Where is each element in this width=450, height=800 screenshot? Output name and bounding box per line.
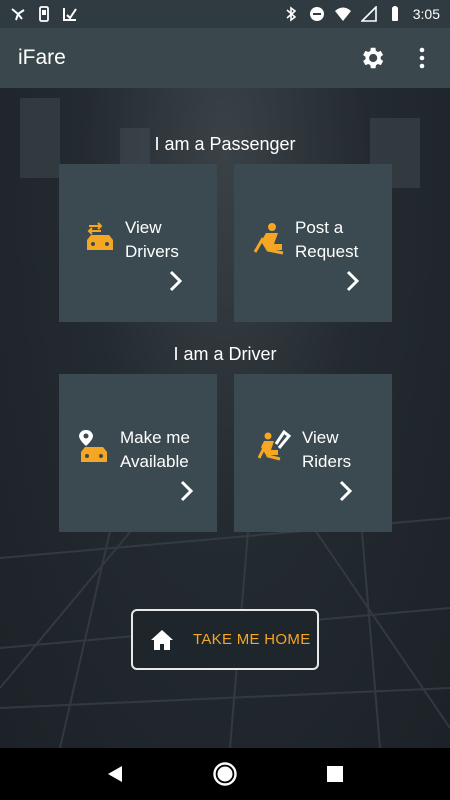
rider-check-icon xyxy=(257,429,292,464)
pinwheel-icon xyxy=(10,6,26,22)
system-nav-bar xyxy=(0,748,450,800)
app-bar: iFare xyxy=(0,28,450,88)
bluetooth-icon xyxy=(283,6,299,22)
download-check-icon xyxy=(62,6,78,22)
seat-passenger-icon xyxy=(252,222,286,256)
home-icon xyxy=(149,628,175,652)
settings-gear-icon[interactable] xyxy=(356,42,388,74)
passenger-heading: I am a Passenger xyxy=(154,134,296,154)
car-location-icon xyxy=(77,430,111,464)
view-riders-tile[interactable]: View Riders xyxy=(234,374,392,532)
do-not-disturb-icon xyxy=(309,6,325,22)
signal-icon xyxy=(360,6,377,22)
back-icon[interactable] xyxy=(100,759,130,789)
swap-car-icon xyxy=(83,220,117,254)
make-available-label: Make me Available xyxy=(120,428,190,471)
make-available-tile[interactable]: Make me Available xyxy=(59,374,217,532)
recents-icon[interactable] xyxy=(320,759,350,789)
chevron-right-icon xyxy=(179,480,195,502)
wifi-icon xyxy=(334,6,351,22)
home-nav-icon[interactable] xyxy=(210,759,240,789)
view-riders-label: View Riders xyxy=(302,428,352,471)
view-drivers-tile[interactable]: View Drivers xyxy=(59,164,217,322)
chevron-right-icon xyxy=(345,270,361,292)
driver-heading: I am a Driver xyxy=(173,344,277,364)
post-request-tile[interactable]: Post a Request xyxy=(234,164,392,322)
chevron-right-icon xyxy=(168,270,184,292)
status-time: 3:05 xyxy=(412,6,440,22)
battery-icon xyxy=(387,6,403,22)
more-vert-icon[interactable] xyxy=(406,42,438,74)
post-request-label: Post a Request xyxy=(295,218,359,261)
app-title: iFare xyxy=(18,46,66,69)
take-me-home-label: TAKE ME HOME xyxy=(193,631,311,648)
chevron-right-icon xyxy=(338,480,354,502)
status-bar: 3:05 xyxy=(0,0,450,28)
view-drivers-label: View Drivers xyxy=(125,218,179,261)
take-me-home-button[interactable]: TAKE ME HOME xyxy=(131,609,319,670)
phone-icon xyxy=(36,6,52,22)
